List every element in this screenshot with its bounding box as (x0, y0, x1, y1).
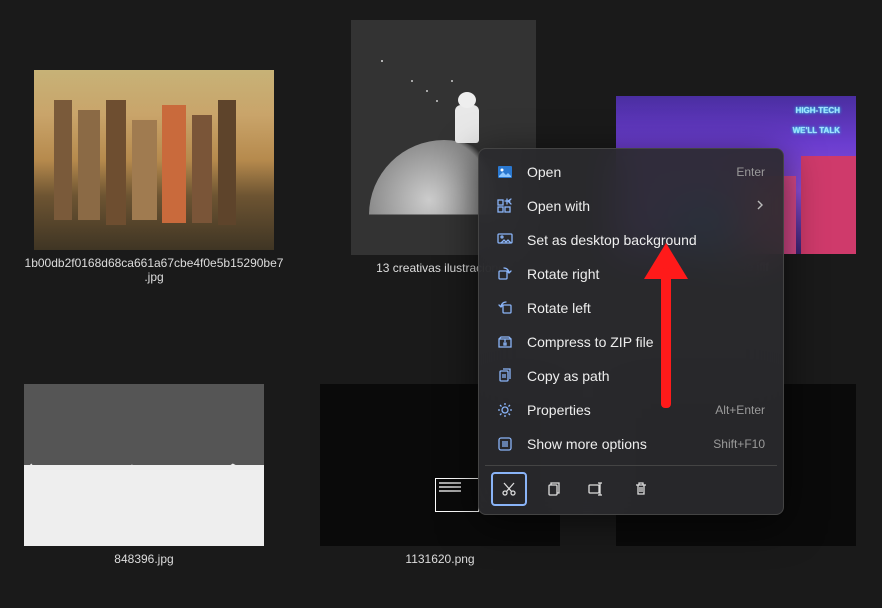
thumbnail-image (24, 384, 264, 546)
menu-label: Properties (527, 402, 701, 418)
menu-item-set-desktop-background[interactable]: Set as desktop background (485, 223, 777, 257)
menu-label: Set as desktop background (527, 232, 765, 248)
image-icon (497, 164, 513, 180)
file-name: 848396.jpg (114, 552, 173, 566)
copy-button[interactable] (535, 472, 571, 506)
context-menu: Open Enter Open with Set as desktop back… (478, 148, 784, 515)
menu-item-open[interactable]: Open Enter (485, 155, 777, 189)
menu-label: Show more options (527, 436, 699, 452)
context-action-bar (485, 465, 777, 508)
delete-button[interactable] (623, 472, 659, 506)
menu-item-open-with[interactable]: Open with (485, 189, 777, 223)
menu-item-properties[interactable]: Properties Alt+Enter (485, 393, 777, 427)
menu-item-show-more-options[interactable]: Show more options Shift+F10 (485, 427, 777, 461)
rename-button[interactable] (579, 472, 615, 506)
copy-icon (545, 481, 561, 497)
menu-item-rotate-right[interactable]: Rotate right (485, 257, 777, 291)
decorative-sign: HIGH-TECH (796, 106, 840, 115)
decorative-astronaut (455, 105, 479, 143)
menu-label: Rotate left (527, 300, 765, 316)
decorative-stars (381, 60, 383, 62)
rotate-right-icon (497, 266, 513, 282)
menu-item-copy-as-path[interactable]: Copy as path (485, 359, 777, 393)
menu-label: Compress to ZIP file (527, 334, 765, 350)
more-options-icon (497, 436, 513, 452)
file-item[interactable]: 848396.jpg (24, 384, 264, 566)
decorative-sign: WE'LL TALK (793, 126, 840, 135)
cut-button[interactable] (491, 472, 527, 506)
menu-shortcut: Shift+F10 (713, 437, 765, 451)
scissors-icon (501, 481, 517, 497)
decorative-terminal (435, 478, 479, 512)
chevron-right-icon (755, 199, 765, 213)
properties-icon (497, 402, 513, 418)
menu-item-rotate-left[interactable]: Rotate left (485, 291, 777, 325)
file-item[interactable]: 1b00db2f0168d68ca661a67cbe4f0e5b15290be7… (24, 70, 284, 284)
zip-icon (497, 334, 513, 350)
menu-label: Copy as path (527, 368, 765, 384)
open-with-icon (497, 198, 513, 214)
thumbnail-image (34, 70, 274, 250)
menu-shortcut: Enter (736, 165, 765, 179)
menu-label: Open (527, 164, 722, 180)
menu-shortcut: Alt+Enter (715, 403, 765, 417)
rotate-left-icon (497, 300, 513, 316)
copy-path-icon (497, 368, 513, 384)
trash-icon (633, 481, 649, 497)
file-name: 1b00db2f0168d68ca661a67cbe4f0e5b15290be7… (24, 256, 284, 284)
rename-icon (588, 481, 606, 497)
file-name: 1131620.png (405, 552, 474, 566)
menu-item-compress-zip[interactable]: Compress to ZIP file (485, 325, 777, 359)
menu-label: Open with (527, 198, 741, 214)
desktop-icon (497, 232, 513, 248)
menu-label: Rotate right (527, 266, 765, 282)
